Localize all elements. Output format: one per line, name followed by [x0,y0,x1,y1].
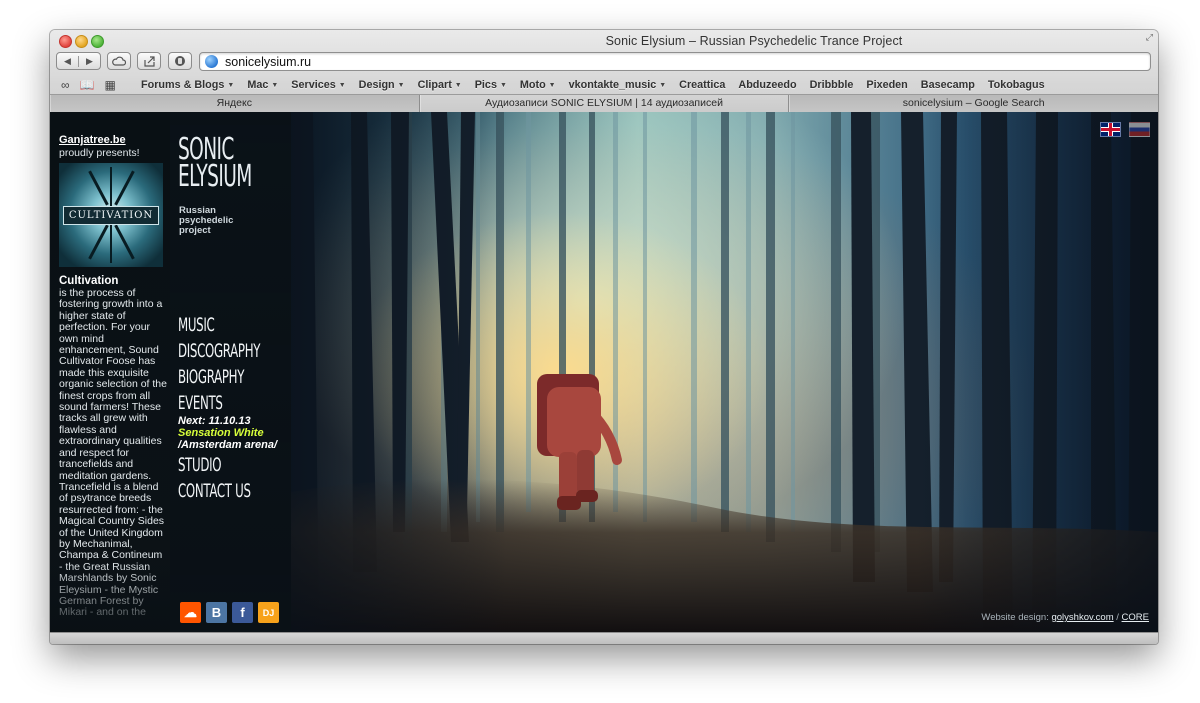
bookmark-clipart[interactable]: Clipart [418,79,452,91]
tab-yandex[interactable]: Яндекс [50,95,420,113]
url-text[interactable]: sonicelysium.ru [225,55,311,69]
bookmark-moto[interactable]: Moto [520,79,546,91]
hero-forest-image: Website design: golyshkov.com / CORE [291,112,1158,632]
menu-item-music[interactable]: MUSIC [178,312,260,338]
chevron-down-icon: ▼ [548,81,556,89]
design-credits: Website design: golyshkov.com / CORE [981,612,1149,623]
bookmark-forums-blogs[interactable]: Forums & Blogs [141,79,224,91]
event-location: /Amsterdam arena/ [178,439,278,451]
ru-flag-icon[interactable] [1129,122,1150,137]
designer-link[interactable]: golyshkov.com [1051,612,1113,623]
forest-illustration [291,112,1158,632]
reader-icon [175,56,185,66]
browser-window: Sonic Elysium – Russian Psychedelic Tran… [50,30,1158,644]
bookmark-abduzeedo[interactable]: Abduzeedo [738,79,796,91]
core-link[interactable]: CORE [1122,612,1149,623]
menu-item-discography[interactable]: DISCOGRAPHY [178,338,260,364]
status-bar [50,632,1158,644]
reading-list-icon[interactable]: ∞ [61,78,70,92]
tab-google-search[interactable]: sonicelysium – Google Search [789,95,1158,113]
soundcloud-icon[interactable]: ☁ [180,602,201,623]
back-forward-buttons: ◀ ▶ [56,52,101,70]
menu-item-contact[interactable]: CONTACT US [178,478,251,504]
bookmark-tokobagus[interactable]: Tokobagus [988,79,1045,91]
bookmark-dribbble[interactable]: Dribbble [810,79,854,91]
menu-item-studio[interactable]: STUDIO [178,452,251,478]
bookmark-basecamp[interactable]: Basecamp [921,79,975,91]
menu-item-biography[interactable]: BIOGRAPHY [178,364,260,390]
share-button[interactable] [137,52,161,70]
fullscreen-icon[interactable]: ⤢ [1146,32,1153,43]
chevron-down-icon: ▼ [454,81,462,89]
facebook-icon[interactable]: f [232,602,253,623]
chevron-down-icon: ▼ [227,81,235,89]
bookmark-creattica[interactable]: Creattica [679,79,725,91]
vkontakte-icon[interactable]: B [206,602,227,623]
promo-heading: Cultivation [59,275,119,287]
bookmark-design[interactable]: Design [359,79,395,91]
promo-subtitle: proudly presents! [59,147,140,159]
chevron-down-icon: ▼ [659,81,667,89]
icloud-tabs-icon [112,56,126,66]
next-event[interactable]: Next: 11.10.13 Sensation White /Amsterda… [178,415,277,451]
site-logo[interactable]: SONIC ELYSIUM [178,135,297,194]
site-tagline: Russian psychedelic project [179,205,234,236]
chevron-down-icon: ▼ [499,81,507,89]
social-links: ☁ Bf DJ [180,602,279,623]
bookmark-vkontakte-music[interactable]: vkontakte_music [569,79,657,91]
site-navigation: SONIC ELYSIUM Russian psychedelic projec… [170,112,292,632]
reader-button[interactable] [168,52,192,70]
tab-bar: Яндекс Аудиозаписи SONIC ELYSIUM | 14 ау… [50,94,1158,113]
promo-fade-overlay [50,562,170,632]
ganjatree-link[interactable]: Ganjatree.be [59,134,126,146]
language-switcher [1100,122,1150,137]
web-page: Ganjatree.be proudly presents! CULTIVATI… [50,112,1158,632]
promo-sidebar: Ganjatree.be proudly presents! CULTIVATI… [50,112,170,632]
chevron-down-icon: ▼ [397,81,405,89]
window-title: Sonic Elysium – Russian Psychedelic Tran… [605,34,903,48]
menu-item-events[interactable]: EVENTS [178,390,260,416]
title-bar: Sonic Elysium – Russian Psychedelic Tran… [50,30,1158,123]
album-cover-cultivation[interactable]: CULTIVATION [59,163,163,267]
tab-vk-audio[interactable]: Аудиозаписи SONIC ELYSIUM | 14 аудиозапи… [419,95,790,113]
chevron-down-icon: ▼ [271,81,279,89]
address-bar[interactable]: sonicelysium.ru [199,52,1151,71]
chevron-down-icon: ▼ [338,81,346,89]
forward-arrow-icon[interactable]: ▶ [78,55,100,67]
top-sites-icon[interactable]: ▦ [105,78,116,92]
bookmarks-bar: ∞ 📖 ▦ Forums & Blogs ▼ Mac ▼ Services ▼ Design… [50,75,1158,95]
globe-icon [205,55,218,68]
bookmark-pics[interactable]: Pics [475,79,497,91]
bookmark-pixeden[interactable]: Pixeden [866,79,907,91]
secondary-menu: STUDIO CONTACT US [178,452,295,504]
promodj-icon[interactable]: DJ [258,602,279,623]
icloud-tabs-button[interactable] [107,52,131,70]
bookmarks-icon[interactable]: 📖 [80,78,95,92]
uk-flag-icon[interactable] [1100,122,1121,137]
bookmark-mac[interactable]: Mac [247,79,268,91]
share-icon [143,55,155,67]
event-name: Sensation White [178,427,264,439]
event-date: Next: 11.10.13 [178,415,251,427]
bookmark-services[interactable]: Services [291,79,335,91]
album-title: CULTIVATION [68,210,154,221]
back-arrow-icon[interactable]: ◀ [57,56,78,67]
logo-line-2: ELYSIUM [178,159,252,194]
